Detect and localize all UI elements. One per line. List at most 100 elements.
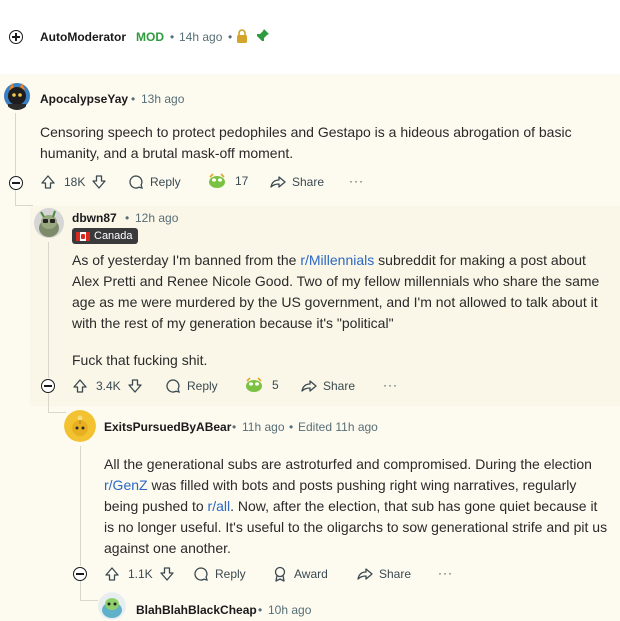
user-flair: Canada [72,228,138,244]
award-button[interactable]: 5 [244,376,279,394]
comment-bubble-icon [193,566,209,582]
comment-username[interactable]: BlahBlahBlackCheap [136,603,257,617]
award-button[interactable]: Award [272,566,328,582]
score: 18K [64,175,86,189]
collapse-comment-button[interactable] [41,379,55,393]
comment-body: As of yesterday I'm banned from the r/Mi… [72,250,612,371]
downvote-icon[interactable] [127,378,143,394]
subreddit-link[interactable]: r/Millennials [300,252,374,268]
upvote-icon[interactable] [72,378,88,394]
separator: • [170,30,175,44]
comment-text: As of yesterday I'm banned from the [72,252,301,268]
more-options-button[interactable]: ··· [383,378,398,392]
thread-line [80,446,81,566]
separator: • [289,420,294,434]
thread-line [15,113,16,176]
more-options-button[interactable]: ··· [438,566,453,580]
share-label: Share [379,567,412,581]
downvote-icon[interactable] [159,566,175,582]
score: 3.4K [96,379,121,393]
comment-timestamp: 13h ago [141,92,185,106]
share-button[interactable]: Share [301,378,355,394]
comment-timestamp: 10h ago [268,603,312,617]
thread-connector [80,600,98,601]
comment-timestamp: 11h ago [242,420,285,434]
comment-line: age as me were murdered by the US govern… [72,294,598,310]
upvote-icon[interactable] [40,174,56,190]
share-button[interactable]: Share [270,174,324,190]
avatar[interactable] [3,80,31,110]
collapse-comment-button[interactable] [9,176,23,190]
collapse-comment-button[interactable] [73,567,87,581]
comment-timestamp: 12h ago [135,211,179,225]
automod-username[interactable]: AutoModerator [40,30,126,44]
comment-body: All the generational subs are astroturfe… [104,454,616,559]
comment-body: Censoring speech to protect pedophiles a… [40,122,610,164]
thread-connector [15,205,33,206]
share-label: Share [323,379,356,393]
comment-line: Censoring speech to protect pedophiles a… [40,124,572,140]
lock-icon [236,29,248,48]
thread-line [15,190,16,205]
comment-bubble-icon [165,378,181,394]
comment-text: . Now, after the election, that sub has … [230,498,598,514]
avatar[interactable] [34,208,64,238]
thread-connector [48,412,66,413]
mod-badge: MOD [136,30,164,44]
thread-line [80,580,81,600]
share-label: Share [292,175,325,189]
comment-line: against one another. [104,540,231,556]
reply-label: Reply [187,379,218,393]
reply-label: Reply [150,175,181,189]
award-count: 17 [235,174,249,188]
expand-comment-button[interactable] [9,30,23,44]
comment-text: was filled with bots and posts pushing r… [147,477,577,493]
upvote-icon[interactable] [104,566,120,582]
vote-controls: 3.4K [72,378,143,394]
pin-icon [255,28,270,48]
award-icon [272,566,288,582]
award-icon [207,172,227,190]
comment-username[interactable]: ExitsPursuedByABear [104,420,231,434]
share-icon [357,566,373,582]
flair-label: Canada [94,230,133,242]
edited-label: Edited 11h ago [298,420,378,434]
score: 1.1K [128,567,153,581]
comment-line: with the rest of my generation because i… [72,315,394,331]
subreddit-link[interactable]: r/all [208,498,231,514]
comment-line: is no longer useful. It's useful to the … [104,519,608,535]
subreddit-link[interactable]: r/GenZ [104,477,148,493]
downvote-icon[interactable] [91,174,107,190]
comment-line: Alex Pretti and Renee Nicole Good. Two o… [72,273,600,289]
canada-flag-icon [76,231,90,241]
thread-line [48,242,49,378]
comment-text: subreddit for making a post about [374,252,586,268]
comment-username[interactable]: ApocalypseYay [40,92,128,106]
reply-button[interactable]: Reply [165,378,218,394]
more-options-button[interactable]: ··· [349,174,364,188]
share-icon [301,378,317,394]
reply-label: Reply [215,567,246,581]
comment-line: Fuck that fucking shit. [72,352,208,368]
comment-line: humanity, and a brutal mask-off moment. [40,145,294,161]
award-label: Award [294,567,328,581]
separator: • [131,92,136,106]
vote-controls: 18K [40,174,107,190]
award-icon [244,376,264,394]
share-icon [270,174,286,190]
avatar[interactable] [98,592,126,620]
share-button[interactable]: Share [357,566,411,582]
separator: • [232,420,237,434]
comment-text: being pushed to [104,498,208,514]
avatar[interactable] [64,410,96,442]
award-count: 5 [272,378,279,392]
comment-line: All the generational subs are astroturfe… [104,456,592,472]
automod-timestamp: 14h ago [179,30,223,44]
reply-button[interactable]: Reply [193,566,246,582]
separator: • [258,603,263,617]
award-button[interactable]: 17 [207,172,248,190]
separator: • [125,211,130,225]
comment-username[interactable]: dbwn87 [72,211,117,225]
vote-controls: 1.1K [104,566,175,582]
reply-button[interactable]: Reply [128,174,181,190]
